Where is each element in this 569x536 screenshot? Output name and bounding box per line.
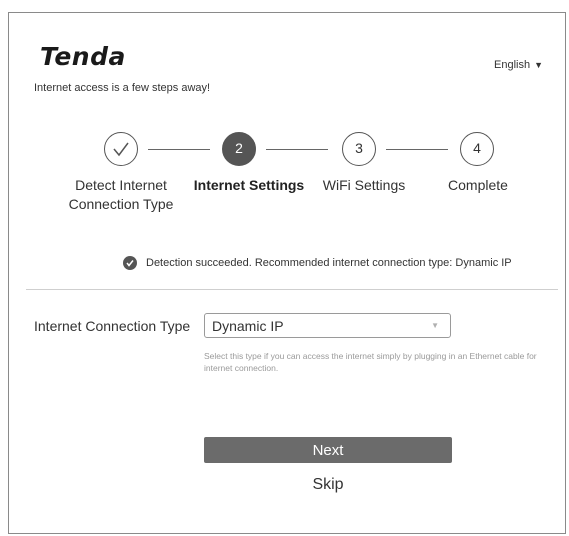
step-3-marker: 3 (342, 132, 376, 166)
step-connector (148, 149, 210, 150)
connection-type-value: Dynamic IP (212, 318, 284, 334)
language-label: English (494, 59, 531, 71)
connection-type-hint: Select this type if you can access the i… (204, 351, 537, 373)
step-4-marker: 4 (460, 132, 494, 166)
next-button[interactable]: Next (204, 437, 452, 463)
language-selector[interactable]: English ▼ (494, 59, 543, 71)
divider (26, 289, 558, 290)
step-2-label: Internet Settings (193, 177, 305, 193)
caret-down-icon: ▼ (534, 60, 543, 70)
detection-message: Detection succeeded. Recommended interne… (146, 257, 512, 269)
step-3-label: WiFi Settings (322, 177, 406, 193)
check-circle-icon (123, 256, 137, 270)
detection-notice: Detection succeeded. Recommended interne… (123, 256, 512, 270)
step-1-done-icon (104, 132, 138, 166)
step-connector (386, 149, 448, 150)
step-4-label: Complete (448, 177, 508, 193)
tenda-logo: Tenda (40, 42, 126, 71)
step-1-label: Detect Internet Connection Type (68, 177, 174, 212)
dropdown-arrow-icon: ▼ (431, 321, 439, 330)
connection-type-select[interactable]: Dynamic IP ▼ (204, 313, 451, 338)
step-connector (266, 149, 328, 150)
connection-type-label: Internet Connection Type (34, 318, 191, 334)
step-2-marker: 2 (222, 132, 256, 166)
skip-link[interactable]: Skip (204, 476, 452, 494)
tagline: Internet access is a few steps away! (34, 82, 211, 94)
